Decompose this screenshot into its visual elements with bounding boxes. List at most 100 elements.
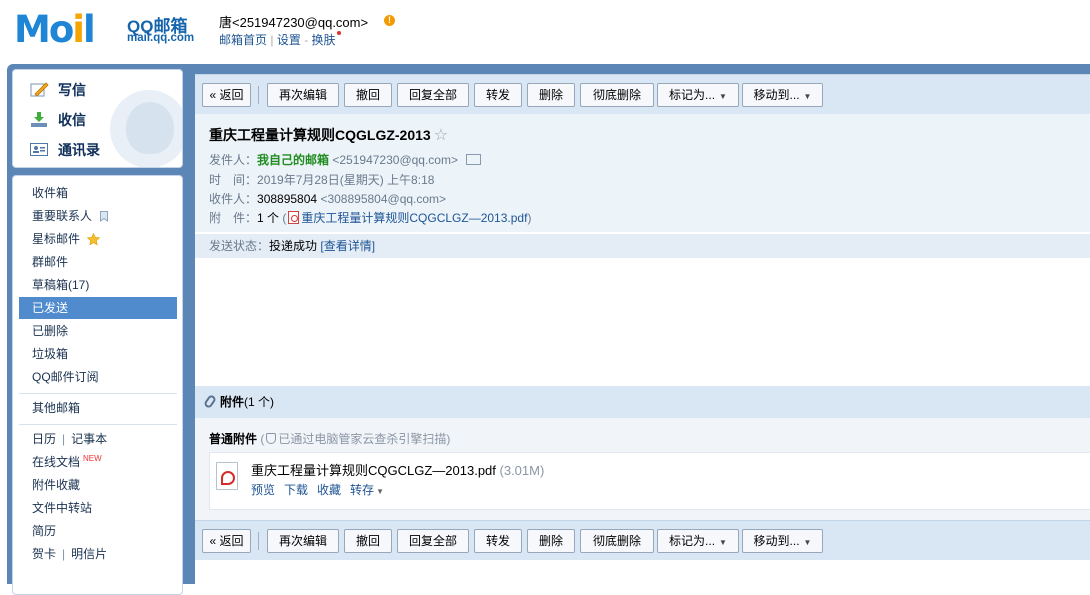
tools-cards-postcards: 贺卡 | 明信片 (19, 543, 177, 565)
view-details-link[interactable]: [查看详情] (320, 239, 375, 253)
folder-divider (19, 424, 177, 425)
chevron-down-icon: ▼ (719, 92, 727, 101)
attachment-size: (3.01M) (499, 463, 545, 478)
chevron-down-icon: ▼ (803, 538, 812, 547)
reply-all-button[interactable]: 回复全部 (397, 83, 469, 107)
greeting-cards-link[interactable]: 贺卡 (32, 547, 56, 561)
attachment-link[interactable]: 重庆工程量计算规则CQGCLGZ—2013.pdf (301, 211, 527, 225)
chevron-down-icon: ▼ (376, 487, 384, 496)
forward-button[interactable]: 转发 (474, 83, 522, 107)
inbox-download-icon (31, 112, 47, 128)
pipe-separator: | (62, 432, 66, 446)
collect-link[interactable]: 收藏 (317, 483, 341, 497)
pipe-separator: | (62, 547, 66, 561)
logo-wordmark: Moil (14, 8, 96, 51)
recipient-name[interactable]: 308895804 (257, 192, 317, 206)
logo-url-text: mail.qq.com (127, 32, 195, 44)
star-icon (87, 233, 101, 246)
preview-link[interactable]: 预览 (251, 483, 275, 497)
reedit-button[interactable]: 再次编辑 (267, 529, 339, 553)
folder-deleted[interactable]: 已删除 (19, 320, 177, 342)
folder-important-contacts[interactable]: 重要联系人 (19, 205, 177, 227)
settings-link[interactable]: 设置 (277, 33, 301, 47)
recall-button[interactable]: 撤回 (344, 83, 392, 107)
scan-note: (已通过电脑管家云查杀引擎扫描) (260, 432, 451, 446)
delete-button[interactable]: 删除 (527, 83, 575, 107)
recall-button[interactable]: 撤回 (344, 529, 392, 553)
header-links: 邮箱首页 | 设置 - 换肤 (219, 31, 341, 48)
attachments-header: 附件(1 个) (195, 386, 1090, 418)
attachment-row: 附 件：1 个 (重庆工程量计算规则CQGCLGZ—2013.pdf) (209, 211, 532, 225)
folder-divider (19, 393, 177, 394)
folder-group-mail[interactable]: 群邮件 (19, 251, 177, 273)
tools-attachment-favorites[interactable]: 附件收藏 (19, 474, 177, 496)
time-row: 时 间：2019年7月28日(星期天) 上午8:18 (209, 173, 435, 187)
pdf-file-icon[interactable] (216, 462, 238, 490)
reedit-button[interactable]: 再次编辑 (267, 83, 339, 107)
attachment-item: 重庆工程量计算规则CQGCLGZ—2013.pdf (3.01M) 预览 下载 收藏… (209, 452, 1090, 510)
contact-card-icon[interactable] (466, 154, 481, 166)
tools-file-transfer[interactable]: 文件中转站 (19, 497, 177, 519)
new-badge: NEW (83, 454, 102, 463)
download-link[interactable]: 下载 (284, 483, 308, 497)
sidebar: 写信 收信 通讯录 收件箱 重要联系人 星标邮件 群邮件 草稿箱(17) 已发送… (12, 69, 183, 595)
tools-resume[interactable]: 简历 (19, 520, 177, 542)
user-account-name: 唐<251947230@qq.com> (219, 15, 369, 30)
notes-link[interactable]: 记事本 (71, 432, 107, 446)
warning-icon[interactable]: ! (384, 15, 395, 26)
folder-inbox[interactable]: 收件箱 (19, 182, 177, 204)
mail-read-panel: « 返回 再次编辑 撤回 回复全部 转发 删除 彻底删除 标记为... ▼ 移动到… (195, 74, 1090, 594)
toolbar-separator (258, 532, 259, 550)
back-button[interactable]: « 返回 (202, 529, 251, 553)
back-button[interactable]: « 返回 (202, 83, 251, 107)
delivery-status: 投递成功 (269, 239, 318, 253)
tools-online-docs[interactable]: 在线文档 NEW (19, 451, 177, 473)
postcards-link[interactable]: 明信片 (71, 547, 107, 561)
pencil-icon (30, 82, 49, 97)
sender-name[interactable]: 我自己的邮箱 (257, 153, 329, 167)
attachments-body: 普通附件 (已通过电脑管家云查杀引擎扫描) 重庆工程量计算规则CQGCLGZ—2… (195, 418, 1090, 520)
from-row: 发件人：我自己的邮箱 <251947230@qq.com> (209, 151, 481, 168)
reply-all-button[interactable]: 回复全部 (397, 529, 469, 553)
save-to-link[interactable]: 转存 (350, 483, 374, 497)
calendar-link[interactable]: 日历 (32, 432, 56, 446)
contact-card-icon (30, 143, 48, 157)
mark-as-dropdown[interactable]: 标记为... ▼ (657, 83, 739, 107)
folder-junk[interactable]: 垃圾箱 (19, 343, 177, 365)
mark-as-dropdown[interactable]: 标记为... ▼ (657, 529, 739, 553)
folder-starred[interactable]: 星标邮件 (19, 228, 177, 250)
contacts-button[interactable]: 通讯录 (29, 137, 100, 163)
receive-button[interactable]: 收信 (29, 107, 86, 133)
move-to-dropdown[interactable]: 移动到... ▼ (742, 529, 823, 553)
to-row: 收件人：308895804 <308895804@qq.com> (209, 192, 447, 206)
mailbox-home-link[interactable]: 邮箱首页 (219, 33, 267, 47)
delete-permanently-button[interactable]: 彻底删除 (580, 83, 654, 107)
command-panel: 写信 收信 通讯录 (12, 69, 183, 168)
new-dot-icon (336, 31, 341, 35)
move-to-dropdown[interactable]: 移动到... ▼ (742, 83, 823, 107)
change-skin-link[interactable]: 换肤 (312, 33, 336, 47)
shield-icon (266, 433, 277, 445)
compose-button[interactable]: 写信 (29, 77, 86, 103)
penguin-watermark-face-icon (126, 102, 174, 154)
link-dash: - (304, 33, 309, 47)
toolbar-separator (258, 86, 259, 104)
delete-button[interactable]: 删除 (527, 529, 575, 553)
forward-button[interactable]: 转发 (474, 529, 522, 553)
folder-sent[interactable]: 已发送 (19, 297, 177, 319)
mail-subject: 重庆工程量计算规则CQGLGZ-2013 ☆ (209, 127, 449, 144)
folder-subscriptions[interactable]: QQ邮件订阅 (19, 366, 177, 388)
folder-list: 收件箱 重要联系人 星标邮件 群邮件 草稿箱(17) 已发送 已删除 垃圾箱 Q… (12, 175, 183, 595)
star-toggle-icon[interactable]: ☆ (434, 127, 448, 144)
qq-mail-logo[interactable]: Moil QQ邮箱 mail.qq.com (14, 10, 199, 50)
header: Moil QQ邮箱 mail.qq.com 唐<251947230@qq.com… (0, 0, 1090, 62)
folder-other-mailboxes[interactable]: 其他邮箱 (19, 397, 177, 419)
chevron-down-icon: ▼ (719, 538, 727, 547)
delete-permanently-button[interactable]: 彻底删除 (580, 529, 654, 553)
mail-header: 重庆工程量计算规则CQGLGZ-2013 ☆ 发件人：我自己的邮箱 <251947… (195, 114, 1090, 232)
attachments-section: 附件(1 个) 普通附件 (已通过电脑管家云查杀引擎扫描) 重庆工程量计算规则C… (195, 386, 1090, 520)
attachment-type: 普通附件 (已通过电脑管家云查杀引擎扫描) (209, 432, 451, 446)
attachment-filename[interactable]: 重庆工程量计算规则CQGCLGZ—2013.pdf (3.01M) (251, 460, 544, 479)
recipient-address: <308895804@qq.com> (320, 192, 447, 206)
folder-drafts[interactable]: 草稿箱(17) (19, 274, 177, 296)
